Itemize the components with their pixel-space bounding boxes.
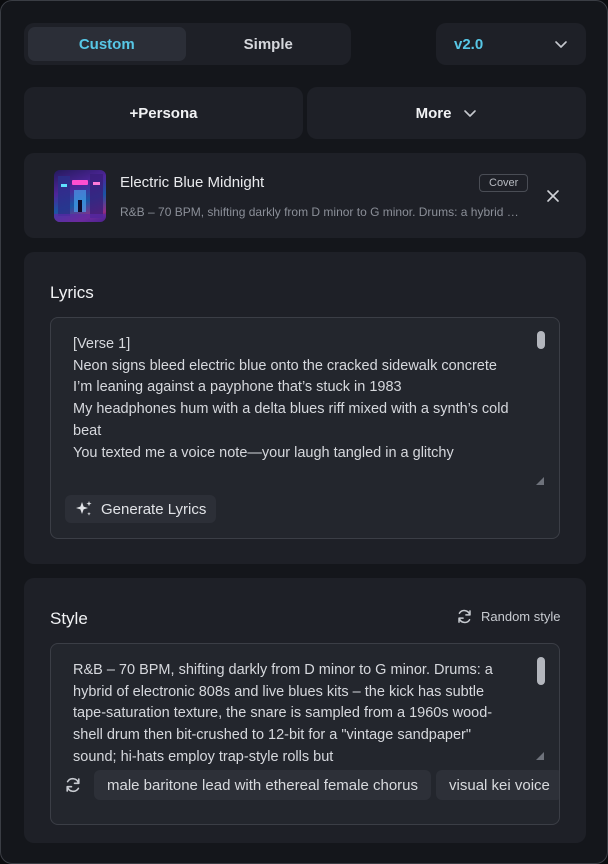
style-title: Style — [50, 609, 88, 628]
refresh-icon[interactable] — [64, 776, 82, 794]
generate-lyrics-button[interactable]: Generate Lyrics — [65, 495, 217, 523]
random-style-label: Random style — [481, 609, 561, 624]
chevron-down-icon — [464, 110, 477, 117]
more-button[interactable]: More — [307, 87, 586, 139]
random-style-button[interactable]: Random style — [456, 608, 560, 625]
style-tag[interactable]: male baritone lead with ethereal female … — [94, 770, 432, 800]
version-select[interactable]: v2.0 — [436, 23, 586, 65]
close-icon[interactable] — [543, 186, 563, 206]
generate-lyrics-label: Generate Lyrics — [101, 500, 207, 518]
resize-handle-icon[interactable] — [536, 752, 544, 760]
chevron-down-icon — [555, 41, 567, 48]
style-scrollbar[interactable] — [537, 657, 545, 685]
song-description: R&B – 70 BPM, shifting darkly from D min… — [120, 205, 524, 219]
version-label: v2.0 — [454, 35, 484, 53]
style-tag[interactable]: visual kei voice — [436, 770, 559, 800]
lyrics-scrollbar[interactable] — [537, 331, 545, 349]
resize-handle-icon[interactable] — [536, 477, 544, 485]
lyrics-title: Lyrics — [50, 283, 94, 302]
cover-song-card: Electric Blue Midnight Cover R&B – 70 BP… — [24, 153, 586, 238]
cover-badge: Cover — [479, 174, 529, 192]
song-thumbnail — [54, 170, 106, 222]
add-persona-button[interactable]: +Persona — [24, 87, 303, 139]
style-section: Style Random style R&B – 70 BPM, shiftin… — [24, 578, 586, 843]
refresh-icon — [458, 609, 471, 624]
lyrics-textarea[interactable]: [Verse 1] Neon signs bleed electric blue… — [50, 317, 560, 539]
style-textarea[interactable]: R&B – 70 BPM, shifting darkly from D min… — [50, 643, 560, 825]
mode-toggle: Custom Simple — [24, 23, 351, 65]
song-title: Electric Blue Midnight — [120, 174, 265, 191]
more-label: More — [415, 104, 452, 122]
style-tags-row: male baritone lead with ethereal female … — [51, 768, 559, 802]
lyrics-text: [Verse 1] Neon signs bleed electric blue… — [73, 336, 509, 461]
style-text: R&B – 70 BPM, shifting darkly from D min… — [73, 662, 493, 764]
mode-simple-button[interactable]: Simple — [190, 27, 348, 61]
add-persona-label: +Persona — [129, 104, 198, 122]
sparkle-icon — [76, 501, 92, 516]
app-window: Custom Simple v2.0 +Persona More Electri… — [0, 0, 608, 864]
mode-custom-button[interactable]: Custom — [28, 27, 186, 61]
lyrics-section: Lyrics [Verse 1] Neon signs bleed electr… — [24, 252, 586, 564]
